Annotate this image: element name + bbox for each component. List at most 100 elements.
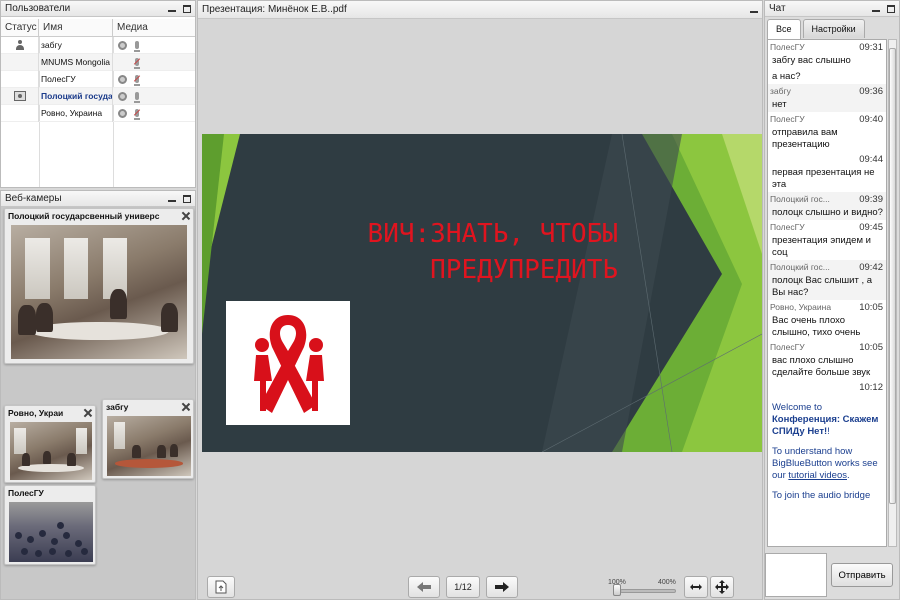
message-time: 09:42 [859, 262, 883, 273]
chat-message: ПолесГУ 09:45 презентация эпидем и соц [768, 220, 886, 260]
user-row[interactable]: ПолесГУ [1, 70, 195, 88]
maximize-icon[interactable] [887, 5, 895, 13]
message-time: 10:12 [859, 382, 883, 393]
message-sender: Полоцкий гос... [770, 194, 830, 204]
message-sender: забгу [770, 86, 791, 96]
message-time: 09:45 [859, 222, 883, 233]
microphone-muted-icon[interactable] [134, 109, 140, 120]
send-button[interactable]: Отправить [831, 563, 893, 587]
close-icon[interactable] [84, 409, 92, 417]
presentation-panel: Презентация: Минёнок Е.В..pdf ВИЧ:ЗНАТЬ,… [197, 0, 763, 600]
message-text: презентация эпидем и соц [772, 235, 871, 258]
chat-scrollbar-thumb[interactable] [889, 48, 896, 504]
page-indicator-button[interactable]: 1/12 [446, 576, 480, 598]
previous-slide-button[interactable] [408, 576, 440, 598]
microphone-muted-icon[interactable] [134, 58, 140, 69]
message-text: первая презентация не эта [772, 167, 875, 190]
webcam-window[interactable]: Ровно, Украи [4, 405, 96, 483]
column-header-media[interactable]: Медиа [113, 19, 195, 36]
webcams-panel: Веб-камеры Полоцкий государсвенный униве… [0, 190, 196, 600]
column-header-name[interactable]: Имя [39, 19, 113, 36]
message-time: 09:39 [859, 194, 883, 205]
upload-presentation-button[interactable] [207, 576, 235, 598]
webcam-title: ПолесГУ [8, 488, 44, 498]
chat-message-list[interactable]: ПолесГУ 09:31 забгу вас слышно а нас? заб… [767, 39, 887, 547]
webcam-title: Ровно, Украи [8, 408, 64, 418]
presentation-slide: ВИЧ:ЗНАТЬ, ЧТОБЫ ПРЕДУПРЕДИТЬ [202, 134, 762, 452]
webcam-window[interactable]: Полоцкий государсвенный универс [4, 208, 194, 364]
user-row[interactable]: Полоцкий государ [1, 87, 195, 105]
users-table-header: Статус Имя Медиа [1, 19, 195, 37]
presenter-icon [13, 91, 26, 101]
message-time: 09:31 [859, 42, 883, 53]
webcam-window[interactable]: ПолесГУ [4, 485, 96, 565]
chat-panel-title: Чат [765, 1, 899, 17]
red-ribbon-icon [254, 315, 324, 413]
user-row[interactable]: забгу [1, 36, 195, 54]
move-arrows-icon [715, 580, 729, 594]
presentation-panel-title: Презентация: Минёнок Е.В..pdf [198, 1, 762, 19]
minimize-icon[interactable] [872, 5, 880, 13]
document-upload-icon [215, 580, 227, 594]
moderator-icon [15, 40, 25, 50]
slide-title-line: ПРЕДУПРЕДИТЬ [430, 255, 618, 285]
chat-scrollbar[interactable] [888, 39, 897, 547]
chat-message-input[interactable] [765, 553, 827, 597]
close-icon[interactable] [182, 403, 190, 411]
close-icon[interactable] [182, 212, 190, 220]
message-sender: Полоцкий гос... [770, 262, 830, 272]
microphone-icon[interactable] [134, 41, 140, 52]
users-table: Статус Имя Медиа забгу MNUMS Mongolia По… [1, 19, 195, 122]
minimize-icon[interactable] [750, 6, 758, 14]
webcam-title: Полоцкий государсвенный универс [8, 211, 160, 221]
zoom-slider-thumb[interactable] [613, 584, 621, 596]
message-time: 09:44 [859, 154, 883, 165]
chat-title: Чат [769, 3, 786, 14]
users-panel: Пользователи Статус Имя Медиа забгу MNUM… [0, 0, 196, 188]
webcams-title: Веб-камеры [5, 193, 62, 204]
fit-width-icon [690, 584, 702, 590]
webcams-panel-title: Веб-камеры [1, 191, 195, 207]
webcam-icon[interactable] [118, 40, 127, 50]
chat-message: 09:44 первая презентация не эта [768, 152, 886, 192]
tutorial-videos-link[interactable]: tutorial videos [788, 470, 847, 481]
microphone-icon[interactable] [134, 92, 140, 103]
message-sender: ПолесГУ [770, 342, 805, 352]
webcam-icon[interactable] [118, 74, 127, 84]
user-row[interactable]: MNUMS Mongolia [1, 53, 195, 71]
chat-message: ПолесГУ 09:40 отправила вам презентацию [768, 112, 886, 152]
message-sender: Ровно, Украина [770, 302, 832, 312]
webcam-video [107, 416, 191, 476]
webcam-video [10, 422, 92, 480]
fit-page-button[interactable] [710, 576, 734, 598]
message-text: вас плохо слышно сделайте больше звук [772, 355, 871, 378]
next-slide-button[interactable] [486, 576, 518, 598]
minimize-icon[interactable] [168, 5, 176, 13]
user-name: Полоцкий государ [39, 87, 113, 105]
webcam-video [9, 502, 93, 562]
minimize-icon[interactable] [168, 195, 176, 203]
chat-message: 10:12 [768, 380, 886, 394]
message-text: нет [772, 99, 787, 110]
webcam-icon[interactable] [118, 108, 127, 118]
webcam-icon[interactable] [118, 91, 127, 101]
message-text: отправила вам презентацию [772, 127, 838, 150]
webcam-window[interactable]: забгу [102, 399, 194, 479]
page-indicator: 1/12 [454, 582, 472, 592]
chat-message: Ровно, Украина 10:05 Вас очень плохо слыш… [768, 300, 886, 340]
users-panel-title: Пользователи [1, 1, 195, 17]
message-time: 09:36 [859, 86, 883, 97]
tab-all[interactable]: Все [767, 19, 801, 39]
tab-settings[interactable]: Настройки [802, 19, 865, 38]
column-header-status[interactable]: Статус [1, 19, 39, 36]
slide-title-line: ВИЧ:ЗНАТЬ, ЧТОБЫ [367, 219, 618, 249]
maximize-icon[interactable] [183, 5, 191, 13]
microphone-muted-icon[interactable] [134, 75, 140, 86]
fit-width-button[interactable] [684, 576, 708, 598]
webcam-title: забгу [106, 402, 129, 412]
zoom-slider-track[interactable] [620, 589, 676, 593]
maximize-icon[interactable] [183, 195, 191, 203]
user-name: забгу [39, 36, 113, 54]
message-text: а нас? [772, 71, 801, 82]
user-row[interactable]: Ровно, Украина [1, 104, 195, 122]
